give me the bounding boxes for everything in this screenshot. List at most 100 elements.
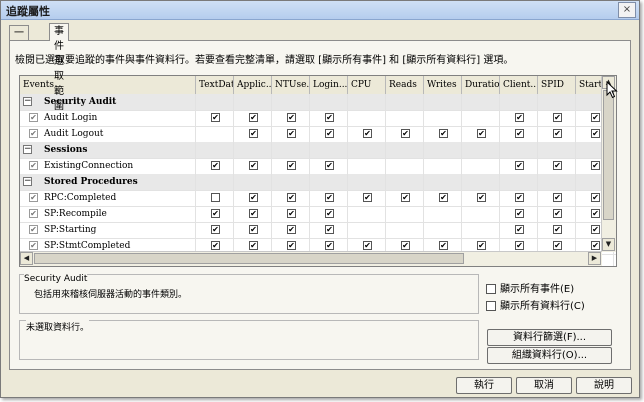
run-button[interactable]: 執行 [456, 377, 512, 394]
event-row[interactable]: ✔ Audit Login ✔ ✔ ✔ ✔ ✔ ✔ ✔ [20, 110, 616, 127]
event-checkbox[interactable]: ✔ [29, 129, 38, 138]
event-row[interactable]: ✔ SP:Recompile ✔ ✔ ✔ ✔ ✔ ✔ ✔ [20, 206, 616, 223]
column-checkbox-checked[interactable]: ✔ [477, 193, 486, 202]
vertical-scrollbar[interactable]: ▲ ▼ [601, 76, 616, 252]
column-checkbox-checked[interactable]: ✔ [591, 161, 600, 170]
column-checkbox-checked[interactable]: ✔ [249, 161, 258, 170]
column-header[interactable]: Events [20, 76, 196, 94]
close-icon[interactable]: × [618, 2, 636, 18]
event-checkbox[interactable]: ✔ [29, 193, 38, 202]
column-checkbox-checked[interactable]: ✔ [287, 129, 296, 138]
column-checkbox-checked[interactable]: ✔ [211, 241, 220, 250]
column-checkbox-checked[interactable]: ✔ [249, 113, 258, 122]
show-all-events-box[interactable] [486, 284, 496, 294]
event-checkbox[interactable]: ✔ [29, 113, 38, 122]
column-checkbox-checked[interactable]: ✔ [363, 241, 372, 250]
column-checkbox-checked[interactable]: ✔ [591, 129, 600, 138]
tab-events-selection[interactable]: 事件選取範圍 [49, 23, 69, 112]
column-checkbox-checked[interactable]: ✔ [515, 193, 524, 202]
column-checkbox-checked[interactable]: ✔ [401, 193, 410, 202]
column-checkbox-checked[interactable]: ✔ [515, 241, 524, 250]
column-checkbox-checked[interactable]: ✔ [515, 225, 524, 234]
column-checkbox-checked[interactable]: ✔ [211, 161, 220, 170]
column-checkbox-checked[interactable]: ✔ [287, 193, 296, 202]
cancel-button[interactable]: 取消 [516, 377, 572, 394]
scroll-right-icon[interactable]: ▶ [588, 252, 601, 265]
column-header[interactable]: Client... [500, 76, 538, 94]
show-all-events-checkbox[interactable]: 顯示所有事件(E) [486, 280, 574, 295]
category-row[interactable]: − Stored Procedures [20, 174, 616, 191]
tab-general[interactable]: 一般 [9, 25, 29, 54]
column-checkbox-checked[interactable]: ✔ [591, 193, 600, 202]
event-checkbox[interactable]: ✔ [29, 209, 38, 218]
vertical-scroll-thumb[interactable] [603, 90, 614, 220]
column-checkbox-checked[interactable]: ✔ [287, 209, 296, 218]
column-checkbox-checked[interactable]: ✔ [211, 113, 220, 122]
column-checkbox-checked[interactable]: ✔ [249, 193, 258, 202]
column-checkbox-checked[interactable]: ✔ [325, 225, 334, 234]
column-checkbox-checked[interactable]: ✔ [325, 241, 334, 250]
show-all-columns-checkbox[interactable]: 顯示所有資料行(C) [486, 297, 585, 312]
column-header[interactable]: Writes [424, 76, 462, 94]
horizontal-scrollbar[interactable]: ◀ ▶ [20, 251, 602, 266]
column-header[interactable]: Applic... [234, 76, 272, 94]
column-header[interactable]: Reads [386, 76, 424, 94]
column-checkbox-checked[interactable]: ✔ [591, 209, 600, 218]
column-checkbox-checked[interactable]: ✔ [249, 129, 258, 138]
column-checkbox-checked[interactable]: ✔ [363, 129, 372, 138]
column-checkbox-checked[interactable]: ✔ [553, 129, 562, 138]
column-checkbox-checked[interactable]: ✔ [591, 225, 600, 234]
events-grid[interactable]: EventsTextDataApplic...NTUse...Login...C… [19, 75, 617, 267]
column-checkbox-checked[interactable]: ✔ [249, 241, 258, 250]
event-row[interactable]: ✔ Audit Logout ✔ ✔ ✔ ✔ ✔ ✔ ✔ ✔ ✔ ✔ [20, 126, 616, 143]
column-checkbox-checked[interactable]: ✔ [553, 241, 562, 250]
show-all-columns-box[interactable] [486, 301, 496, 311]
column-checkbox-checked[interactable]: ✔ [401, 129, 410, 138]
collapse-icon[interactable]: − [23, 145, 32, 154]
column-checkbox-checked[interactable]: ✔ [439, 241, 448, 250]
organize-columns-button[interactable]: 組織資料行(O)... [487, 347, 612, 364]
column-checkbox-checked[interactable]: ✔ [325, 113, 334, 122]
column-filters-button[interactable]: 資料行篩選(F)... [487, 329, 612, 346]
column-checkbox-checked[interactable]: ✔ [477, 241, 486, 250]
column-checkbox-checked[interactable]: ✔ [515, 129, 524, 138]
scroll-down-icon[interactable]: ▼ [602, 238, 615, 251]
column-header[interactable]: CPU [348, 76, 386, 94]
column-checkbox-checked[interactable]: ✔ [515, 113, 524, 122]
column-checkbox-checked[interactable]: ✔ [591, 241, 600, 250]
event-checkbox[interactable]: ✔ [29, 241, 38, 250]
column-checkbox-checked[interactable]: ✔ [439, 129, 448, 138]
column-header[interactable]: NTUse... [272, 76, 310, 94]
event-checkbox[interactable]: ✔ [29, 225, 38, 234]
column-checkbox-checked[interactable]: ✔ [249, 209, 258, 218]
column-checkbox-checked[interactable]: ✔ [325, 161, 334, 170]
category-row[interactable]: − Sessions [20, 142, 616, 159]
horizontal-scroll-thumb[interactable] [34, 253, 464, 264]
column-checkbox-checked[interactable]: ✔ [363, 193, 372, 202]
column-checkbox-checked[interactable]: ✔ [591, 113, 600, 122]
column-checkbox-checked[interactable]: ✔ [287, 113, 296, 122]
column-checkbox-checked[interactable]: ✔ [477, 129, 486, 138]
column-checkbox-checked[interactable]: ✔ [439, 193, 448, 202]
column-checkbox-checked[interactable]: ✔ [553, 113, 562, 122]
column-checkbox-checked[interactable]: ✔ [287, 225, 296, 234]
column-checkbox-checked[interactable]: ✔ [287, 161, 296, 170]
help-button[interactable]: 說明 [576, 377, 632, 394]
column-checkbox-checked[interactable]: ✔ [553, 209, 562, 218]
scroll-left-icon[interactable]: ◀ [20, 252, 33, 265]
event-row[interactable]: ✔ SP:Starting ✔ ✔ ✔ ✔ ✔ ✔ ✔ [20, 222, 616, 239]
column-checkbox-checked[interactable]: ✔ [325, 209, 334, 218]
category-row[interactable]: − Security Audit [20, 94, 616, 111]
column-header[interactable]: Login... [310, 76, 348, 94]
column-checkbox-checked[interactable]: ✔ [553, 225, 562, 234]
column-checkbox-checked[interactable]: ✔ [325, 193, 334, 202]
column-checkbox-checked[interactable]: ✔ [515, 209, 524, 218]
column-checkbox-checked[interactable]: ✔ [325, 129, 334, 138]
column-checkbox-unchecked[interactable] [211, 193, 220, 202]
event-checkbox[interactable]: ✔ [29, 161, 38, 170]
column-checkbox-checked[interactable]: ✔ [249, 225, 258, 234]
collapse-icon[interactable]: − [23, 97, 32, 106]
column-checkbox-checked[interactable]: ✔ [287, 241, 296, 250]
column-checkbox-checked[interactable]: ✔ [401, 241, 410, 250]
column-checkbox-checked[interactable]: ✔ [211, 209, 220, 218]
